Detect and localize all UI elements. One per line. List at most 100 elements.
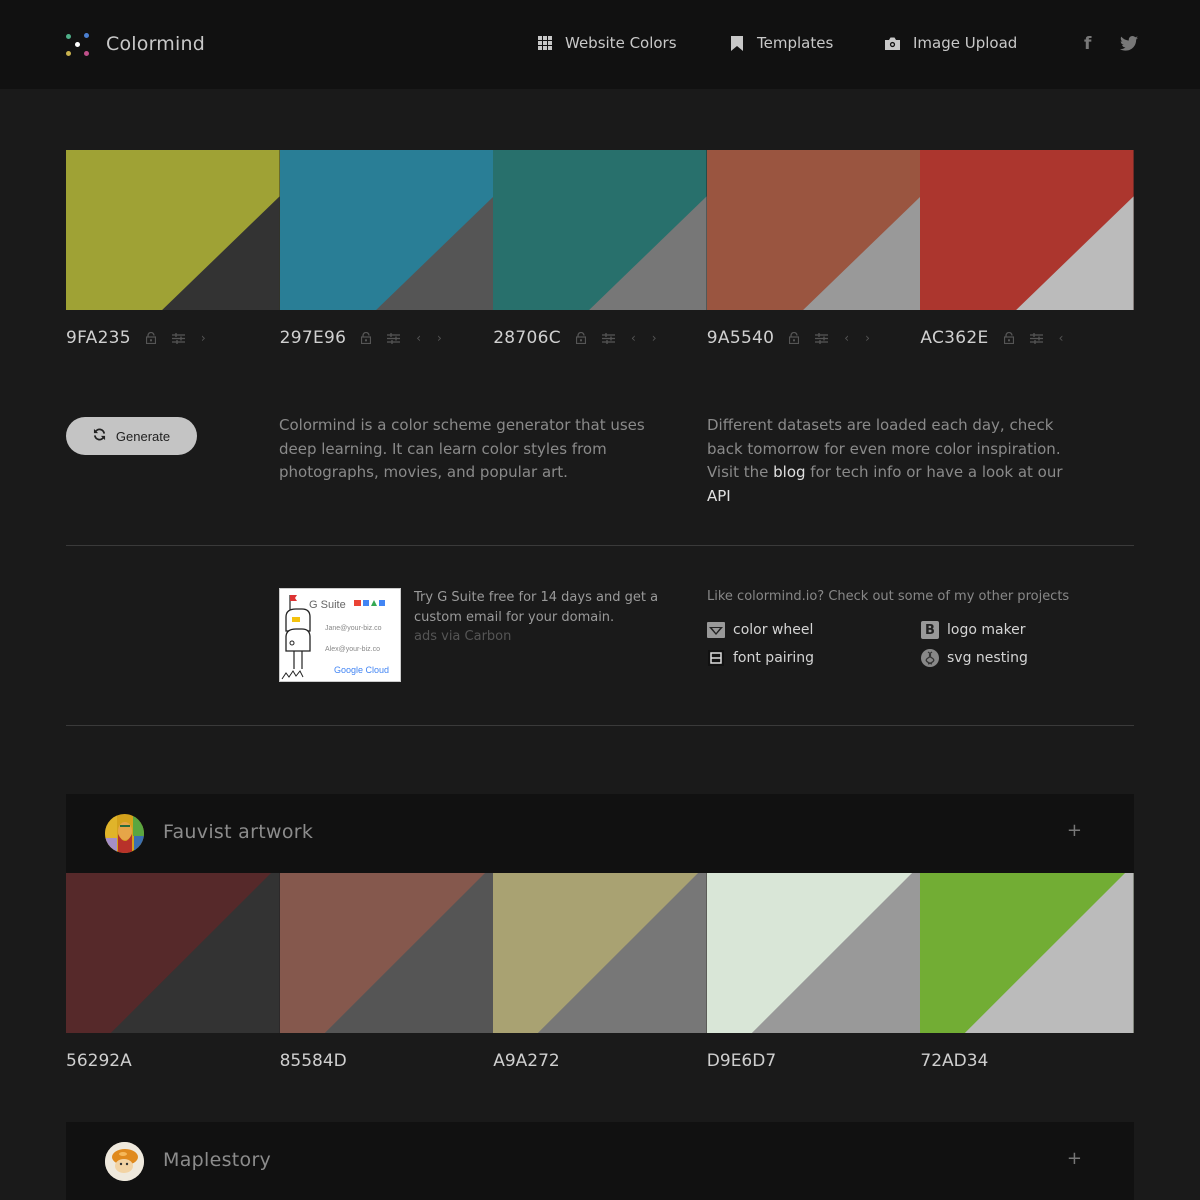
lock-icon[interactable]: [789, 332, 800, 344]
swatch-info: 9FA235 ›: [66, 328, 280, 348]
color-wheel-icon: [707, 621, 725, 639]
chevron-left-icon[interactable]: ‹: [844, 331, 849, 345]
swatch-info: 28706C ‹ ›: [493, 328, 707, 348]
nav-label: Templates: [757, 34, 834, 52]
swatch-graphic: [66, 873, 280, 1033]
svg-text:Jane@your-biz.co: Jane@your-biz.co: [325, 625, 382, 632]
swatch-graphic: [706, 150, 921, 310]
swatch-info: AC362E ‹: [920, 328, 1134, 348]
ad-text-block: Try G Suite free for 14 days and get a c…: [414, 588, 664, 647]
adjust-icon[interactable]: [387, 332, 401, 344]
blog-link[interactable]: blog: [773, 463, 805, 481]
hex-code[interactable]: A9A272: [493, 1051, 560, 1071]
swatch-graphic: [493, 150, 707, 310]
adjust-icon[interactable]: [1029, 332, 1043, 344]
bookmark-icon: [729, 35, 744, 51]
hex-code[interactable]: 28706C: [493, 328, 561, 348]
color-swatch[interactable]: [706, 150, 921, 310]
ad-via-link[interactable]: ads via Carbon: [414, 627, 664, 647]
generate-label: Generate: [115, 428, 171, 444]
hex-code[interactable]: 72AD34: [920, 1051, 988, 1071]
font-pairing-icon: [707, 649, 725, 667]
swatch-graphic: [920, 873, 1134, 1033]
swatch-info: 85584D: [280, 1051, 494, 1071]
project-logo-maker[interactable]: B logo maker: [921, 621, 1026, 639]
chevron-right-icon[interactable]: ›: [652, 331, 657, 345]
adjust-icon[interactable]: [171, 332, 185, 344]
nav-website-colors[interactable]: Website Colors: [537, 34, 677, 52]
dataset-header-fauvist[interactable]: Fauvist artwork +: [66, 794, 1134, 873]
color-swatch[interactable]: [920, 873, 1134, 1033]
svg-text:Google Cloud: Google Cloud: [334, 665, 389, 675]
facebook-icon[interactable]: f: [1084, 34, 1091, 54]
project-color-wheel[interactable]: color wheel: [707, 621, 813, 639]
swatch-info: A9A272: [493, 1051, 707, 1071]
color-swatch[interactable]: [66, 873, 280, 1033]
lock-icon[interactable]: [575, 332, 586, 344]
hex-code[interactable]: 9A5540: [707, 328, 775, 348]
swatch-graphic: [493, 873, 707, 1033]
project-label: svg nesting: [947, 650, 1028, 666]
twitter-icon[interactable]: [1120, 36, 1138, 56]
generate-button[interactable]: Generate: [66, 417, 197, 455]
dataset-header-maplestory[interactable]: Maplestory +: [66, 1122, 1134, 1200]
color-swatch[interactable]: [279, 150, 494, 310]
project-svg-nesting[interactable]: svg nesting: [921, 649, 1028, 667]
swatch-info: D9E6D7: [707, 1051, 921, 1071]
dataset-palette-fauvist: [66, 873, 1134, 1033]
lock-icon[interactable]: [361, 332, 372, 344]
svg-nesting-icon: [921, 649, 939, 667]
swatch-graphic: [279, 150, 494, 310]
chevron-right-icon[interactable]: ›: [201, 331, 206, 345]
adjust-icon[interactable]: [601, 332, 615, 344]
project-label: color wheel: [733, 622, 814, 638]
expand-icon[interactable]: +: [1067, 820, 1082, 841]
datasets-text: Different datasets are loaded each day, …: [707, 414, 1087, 508]
hex-code[interactable]: 297E96: [280, 328, 347, 348]
hex-code[interactable]: D9E6D7: [707, 1051, 776, 1071]
swatch-info: 297E96 ‹ ›: [280, 328, 494, 348]
chevron-left-icon[interactable]: ‹: [1059, 331, 1064, 345]
ad-image[interactable]: G Suite Jane@your-biz.co Alex@your-biz.c…: [279, 588, 401, 682]
lock-icon[interactable]: [1003, 332, 1014, 344]
project-font-pairing[interactable]: font pairing: [707, 649, 814, 667]
nav-image-upload[interactable]: Image Upload: [885, 34, 1017, 52]
nav-label: Website Colors: [565, 34, 677, 52]
svg-text:G Suite: G Suite: [309, 599, 346, 611]
expand-icon[interactable]: +: [1067, 1148, 1082, 1169]
hex-code[interactable]: 9FA235: [66, 328, 131, 348]
main-palette: [66, 150, 1134, 310]
project-label: logo maker: [947, 622, 1026, 638]
palette-codes: 9FA235 › 297E96 ‹ › 28706C ‹ › 9A5540 ‹ …: [66, 328, 1134, 348]
avatar: [105, 1142, 144, 1181]
swatch-graphic: [66, 150, 280, 310]
adjust-icon[interactable]: [815, 332, 829, 344]
hex-code[interactable]: 56292A: [66, 1051, 132, 1071]
refresh-icon: [93, 427, 106, 445]
api-link[interactable]: API: [707, 487, 731, 505]
color-swatch[interactable]: [66, 150, 280, 310]
color-swatch[interactable]: [920, 150, 1134, 310]
chevron-left-icon[interactable]: ‹: [416, 331, 421, 345]
color-swatch[interactable]: [493, 873, 707, 1033]
swatch-graphic: [920, 150, 1134, 310]
ad-text[interactable]: Try G Suite free for 14 days and get a c…: [414, 588, 664, 627]
hex-code[interactable]: AC362E: [920, 328, 988, 348]
color-swatch[interactable]: [493, 150, 707, 310]
color-swatch[interactable]: [706, 873, 921, 1033]
logo-icon: [65, 31, 91, 57]
swatch-info: 72AD34: [920, 1051, 1134, 1071]
lock-icon[interactable]: [145, 332, 156, 344]
avatar: [105, 814, 144, 853]
hex-code[interactable]: 85584D: [280, 1051, 347, 1071]
grid-icon: [537, 36, 552, 51]
chevron-right-icon[interactable]: ›: [865, 331, 870, 345]
chevron-right-icon[interactable]: ›: [437, 331, 442, 345]
color-swatch[interactable]: [279, 873, 494, 1033]
datasets-text-part: for tech info or have a look at our: [805, 463, 1063, 481]
chevron-left-icon[interactable]: ‹: [631, 331, 636, 345]
nav-templates[interactable]: Templates: [729, 34, 833, 52]
intro-text: Colormind is a color scheme generator th…: [279, 416, 645, 481]
logo-maker-icon: B: [921, 621, 939, 639]
logo[interactable]: Colormind: [65, 31, 205, 57]
